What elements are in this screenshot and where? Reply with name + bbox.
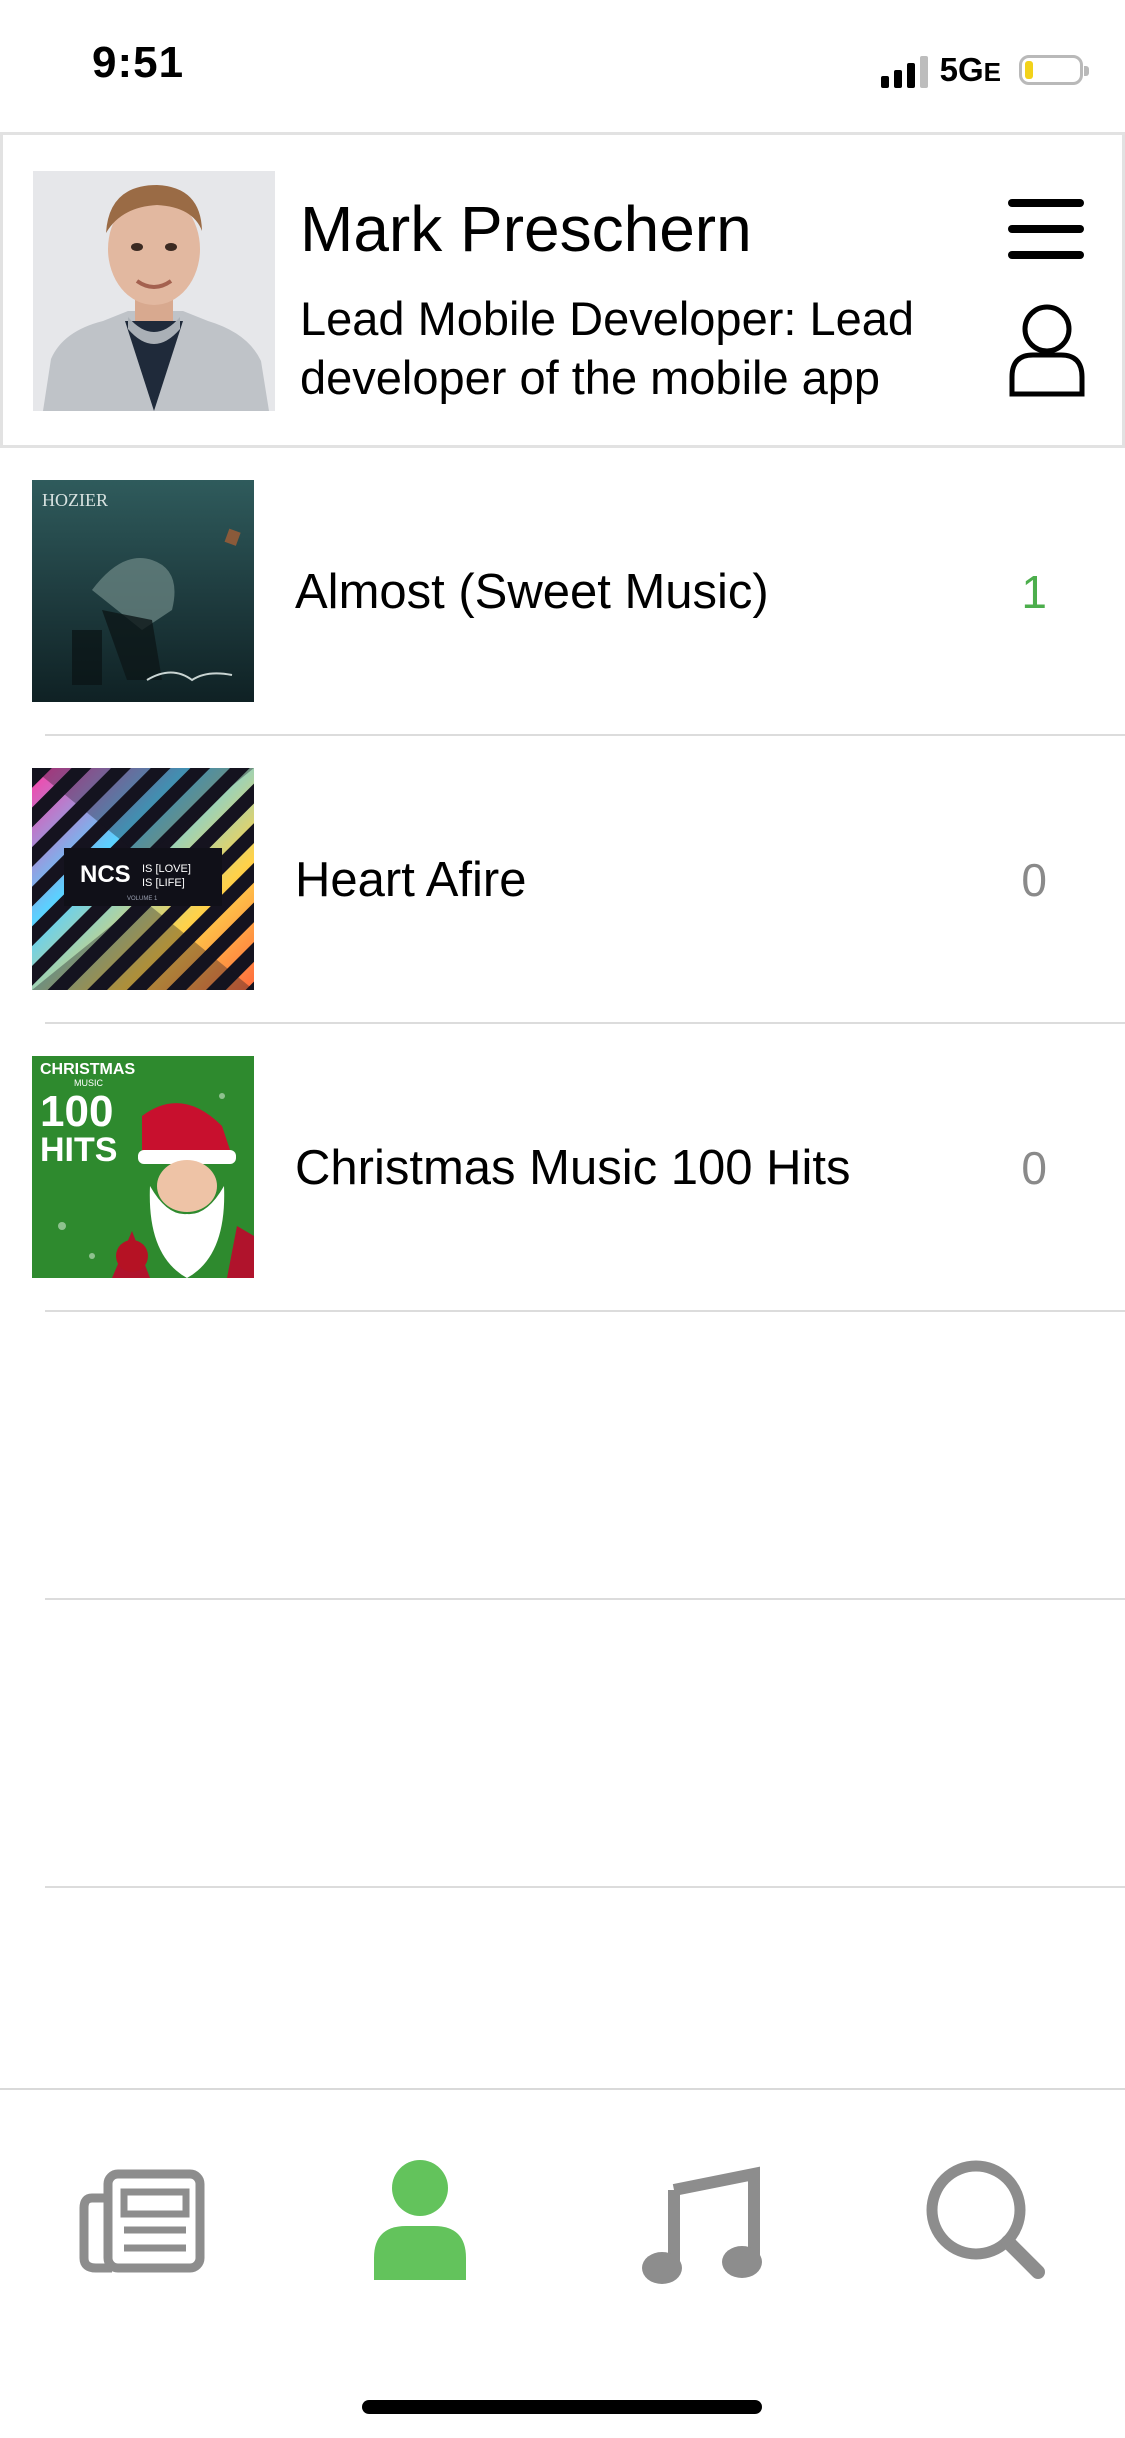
hamburger-menu-icon[interactable] xyxy=(1008,199,1084,259)
tab-search[interactable] xyxy=(914,2150,1054,2290)
song-count: 0 xyxy=(1021,854,1047,906)
song-row[interactable]: CHRISTMAS MUSIC 100 HITS Christmas Music… xyxy=(0,1024,1125,1312)
svg-text:100: 100 xyxy=(40,1087,113,1136)
empty-list-row xyxy=(0,1312,1125,1600)
song-title: Heart Afire xyxy=(295,853,527,907)
empty-list-row xyxy=(0,1600,1125,1888)
song-count: 0 xyxy=(1021,1142,1047,1194)
tab-profile[interactable] xyxy=(350,2150,490,2290)
battery-icon xyxy=(1019,55,1089,85)
song-count: 1 xyxy=(1021,566,1047,618)
network-type-label: 5GE xyxy=(939,51,1001,88)
song-list: HOZIER Almost (Sweet Music) 1 NCS IS [LO… xyxy=(0,448,1125,1888)
svg-text:CHRISTMAS: CHRISTMAS xyxy=(40,1061,135,1078)
svg-text:HOZIER: HOZIER xyxy=(42,490,108,510)
search-icon xyxy=(926,2160,1045,2279)
newspaper-icon xyxy=(79,2169,205,2273)
svg-text:IS [LIFE]: IS [LIFE] xyxy=(142,877,185,889)
song-title: Almost (Sweet Music) xyxy=(295,565,769,619)
profile-role: Lead Mobile Developer: Lead developer of… xyxy=(300,292,915,404)
music-note-icon xyxy=(642,2166,762,2284)
song-row[interactable]: HOZIER Almost (Sweet Music) 1 xyxy=(0,448,1125,736)
status-bar: 9:51 5GE xyxy=(0,0,1125,132)
svg-text:IS [LOVE]: IS [LOVE] xyxy=(142,863,191,875)
home-indicator[interactable] xyxy=(362,2400,762,2414)
song-row[interactable]: NCS IS [LOVE] IS [LIFE] VOLUME 1 Heart A… xyxy=(0,736,1125,1024)
svg-text:NCS: NCS xyxy=(80,861,131,888)
tab-news[interactable] xyxy=(72,2150,212,2290)
song-title: Christmas Music 100 Hits xyxy=(295,1141,851,1195)
avatar xyxy=(33,171,275,411)
row-divider xyxy=(45,1886,1125,1888)
cellular-signal-icon xyxy=(880,52,928,88)
person-icon xyxy=(374,2160,466,2280)
status-indicators: 5GE xyxy=(880,50,1089,90)
hozier-album-art: HOZIER xyxy=(32,480,254,702)
tab-music[interactable] xyxy=(630,2150,770,2290)
svg-text:HITS: HITS xyxy=(40,1131,117,1169)
profile-header: Mark Preschern Lead Mobile Developer: Le… xyxy=(0,132,1125,448)
christmas-album-art: CHRISTMAS MUSIC 100 HITS xyxy=(32,1056,254,1278)
status-time: 9:51 xyxy=(92,38,185,87)
svg-text:VOLUME 1: VOLUME 1 xyxy=(127,896,158,902)
ncs-album-art: NCS IS [LOVE] IS [LIFE] VOLUME 1 xyxy=(32,768,254,990)
person-outline-icon[interactable] xyxy=(1007,299,1087,399)
profile-name: Mark Preschern xyxy=(300,193,752,265)
tab-bar xyxy=(0,2088,1125,2438)
